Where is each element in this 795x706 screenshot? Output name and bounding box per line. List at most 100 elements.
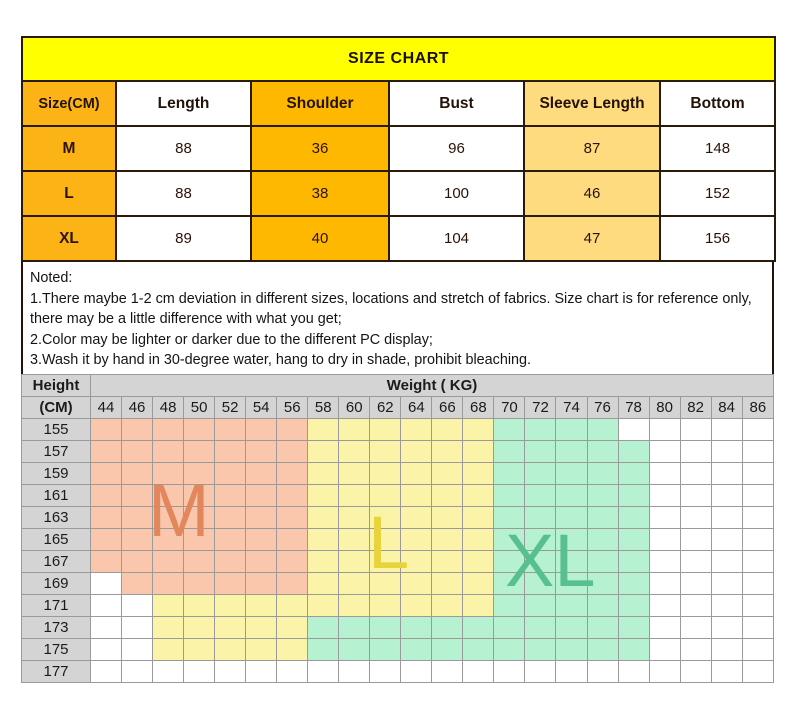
grid-cell-167-54-m [245, 550, 278, 573]
grid-header-row-ticks: (CM) 44 46 48 50 52 54 56 58 60 62 64 66 68 70 72 74 76 78… [21, 396, 775, 419]
height-tick-175: 175 [21, 638, 91, 661]
grid-cell-165-50-m [183, 528, 216, 551]
weight-tick-44: 44 [89, 396, 123, 419]
weight-tick-78: 78 [617, 396, 650, 419]
grid-cell-155-64-l [400, 418, 433, 441]
grid-cell-169-70-xl [493, 572, 526, 595]
grid-cell-157-84-none [710, 440, 743, 463]
size-chart-title-row: SIZE CHART [20, 36, 777, 82]
grid-cell-171-68-l [462, 594, 495, 617]
weight-tick-48: 48 [152, 396, 185, 419]
grid-cell-169-64-l [400, 572, 433, 595]
grid-cell-169-60-l [338, 572, 371, 595]
grid-cell-155-86-none [741, 418, 775, 441]
grid-cell-169-54-m [245, 572, 278, 595]
weight-tick-76: 76 [586, 396, 619, 419]
grid-cell-155-72-xl [524, 418, 557, 441]
cell-bottom: 148 [658, 125, 777, 172]
grid-cell-161-56-m [276, 484, 309, 507]
grid-cell-165-78-xl [617, 528, 650, 551]
grid-row-161: 161 [21, 484, 775, 507]
cell-sleeve: 87 [523, 125, 661, 172]
grid-cell-173-56-l [276, 616, 309, 639]
grid-cell-175-48-l [152, 638, 185, 661]
size-chart-title: SIZE CHART [20, 36, 777, 82]
column-header-shoulder: Shoulder [250, 80, 390, 127]
grid-cell-175-76-xl [586, 638, 619, 661]
grid-cell-163-50-m [183, 506, 216, 529]
grid-cell-173-52-l [214, 616, 247, 639]
grid-cell-169-86-none [741, 572, 775, 595]
grid-cell-167-44-m [89, 550, 123, 573]
height-tick-167: 167 [21, 550, 91, 573]
size-chart-section: SIZE CHART Size(CM) Length Shoulder Bust… [20, 36, 777, 381]
grid-cell-169-48-m [152, 572, 185, 595]
table-row: XL 89 40 104 47 156 [21, 215, 777, 262]
height-tick-171: 171 [21, 594, 91, 617]
grid-cell-163-78-xl [617, 506, 650, 529]
grid-cell-155-78-none [617, 418, 650, 441]
grid-cell-165-80-none [648, 528, 681, 551]
grid-cell-163-52-m [214, 506, 247, 529]
grid-cell-171-46-none [121, 594, 154, 617]
grid-cell-165-58-l [307, 528, 340, 551]
column-header-sleeve-length: Sleeve Length [523, 80, 661, 127]
grid-cell-173-76-xl [586, 616, 619, 639]
grid-cell-175-66-xl [431, 638, 464, 661]
height-tick-173: 173 [21, 616, 91, 639]
grid-cell-161-70-xl [493, 484, 526, 507]
grid-cell-167-58-l [307, 550, 340, 573]
cell-sleeve: 47 [523, 215, 661, 262]
grid-cell-171-66-l [431, 594, 464, 617]
grid-cell-157-68-l [462, 440, 495, 463]
grid-cell-173-58-xl [307, 616, 340, 639]
grid-cell-167-76-xl [586, 550, 619, 573]
weight-tick-86: 86 [741, 396, 775, 419]
grid-cell-161-44-m [89, 484, 123, 507]
grid-cell-163-60-l [338, 506, 371, 529]
grid-cell-177-64-none [400, 660, 433, 683]
grid-cell-173-50-l [183, 616, 216, 639]
grid-cell-175-46-none [121, 638, 154, 661]
grid-cell-167-64-l [400, 550, 433, 573]
grid-cell-159-64-l [400, 462, 433, 485]
weight-tick-74: 74 [555, 396, 588, 419]
grid-cell-173-82-none [679, 616, 712, 639]
height-weight-grid: Height Weight ( KG) (CM) 44 46 48 50 52 54 56 58 60… [21, 374, 775, 683]
table-row: L 88 38 100 46 152 [21, 170, 777, 217]
grid-cell-175-74-xl [555, 638, 588, 661]
grid-cell-175-44-none [89, 638, 123, 661]
grid-row-157: 157 [21, 440, 775, 463]
grid-cell-157-82-none [679, 440, 712, 463]
grid-cell-167-52-m [214, 550, 247, 573]
notes-line-3: 3.Wash it by hand in 30-degree water, ha… [30, 352, 532, 369]
grid-cell-157-76-xl [586, 440, 619, 463]
grid-cell-177-74-none [555, 660, 588, 683]
notes-block: Noted: 1.There maybe 1-2 cm deviation in… [21, 262, 774, 381]
grid-cell-177-48-none [152, 660, 185, 683]
grid-cell-161-80-none [648, 484, 681, 507]
grid-cell-165-62-l [369, 528, 402, 551]
grid-cell-177-60-none [338, 660, 371, 683]
grid-cell-169-78-xl [617, 572, 650, 595]
column-header-size: Size(CM) [21, 80, 117, 127]
grid-cell-165-74-xl [555, 528, 588, 551]
grid-cell-165-76-xl [586, 528, 619, 551]
grid-row-169: 169 [21, 572, 775, 595]
height-weight-grid-section: Height Weight ( KG) (CM) 44 46 48 50 52 54 56 58 60… [21, 374, 775, 683]
size-chart-table: SIZE CHART Size(CM) Length Shoulder Bust… [20, 36, 777, 262]
notes-heading: Noted: [30, 270, 73, 286]
grid-cell-155-62-l [369, 418, 402, 441]
grid-cell-163-58-l [307, 506, 340, 529]
grid-cell-159-62-l [369, 462, 402, 485]
grid-cell-173-62-xl [369, 616, 402, 639]
grid-cell-165-60-l [338, 528, 371, 551]
grid-cell-177-52-none [214, 660, 247, 683]
grid-cell-155-58-l [307, 418, 340, 441]
weight-tick-84: 84 [710, 396, 743, 419]
grid-cell-177-54-none [245, 660, 278, 683]
grid-cell-155-52-m [214, 418, 247, 441]
grid-cell-175-72-xl [524, 638, 557, 661]
grid-row-163: 163 [21, 506, 775, 529]
grid-cell-165-72-xl [524, 528, 557, 551]
